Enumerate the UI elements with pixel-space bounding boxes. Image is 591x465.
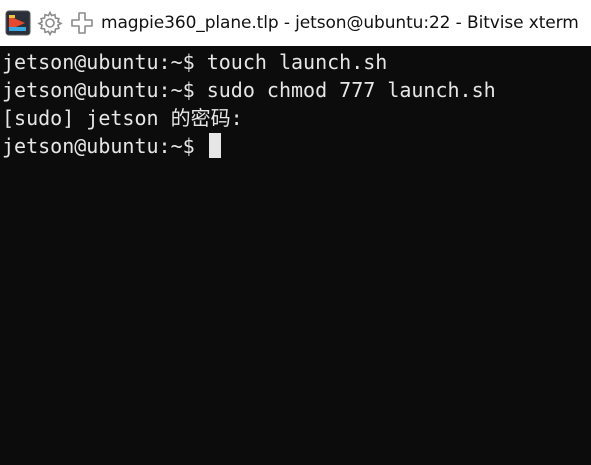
bitvise-app-icon[interactable]	[5, 10, 31, 36]
sudo-password-prompt: [sudo] jetson 的密码:	[2, 106, 243, 130]
terminal-line: jetson@ubuntu:~$ sudo chmod 777 launch.s…	[2, 76, 591, 104]
prompt: jetson@ubuntu:~$	[2, 50, 195, 74]
prompt: jetson@ubuntu:~$	[2, 78, 195, 102]
command-text	[195, 134, 207, 158]
prompt: jetson@ubuntu:~$	[2, 134, 195, 158]
terminal-line: [sudo] jetson 的密码:	[2, 104, 591, 132]
terminal-window: magpie360_plane.tlp - jetson@ubuntu:22 -…	[0, 0, 591, 465]
command-text: touch launch.sh	[194, 50, 388, 74]
terminal-line: jetson@ubuntu:~$ touch launch.sh	[2, 48, 591, 76]
plus-icon[interactable]	[69, 10, 95, 36]
gear-icon[interactable]	[37, 10, 63, 36]
window-title: magpie360_plane.tlp - jetson@ubuntu:22 -…	[101, 13, 579, 33]
command-text: sudo chmod 777 launch.sh	[194, 78, 496, 102]
title-bar[interactable]: magpie360_plane.tlp - jetson@ubuntu:22 -…	[0, 0, 591, 46]
terminal-line: jetson@ubuntu:~$	[2, 132, 591, 160]
terminal-output[interactable]: jetson@ubuntu:~$ touch launch.sh jetson@…	[0, 46, 591, 465]
text-cursor[interactable]	[208, 133, 221, 158]
